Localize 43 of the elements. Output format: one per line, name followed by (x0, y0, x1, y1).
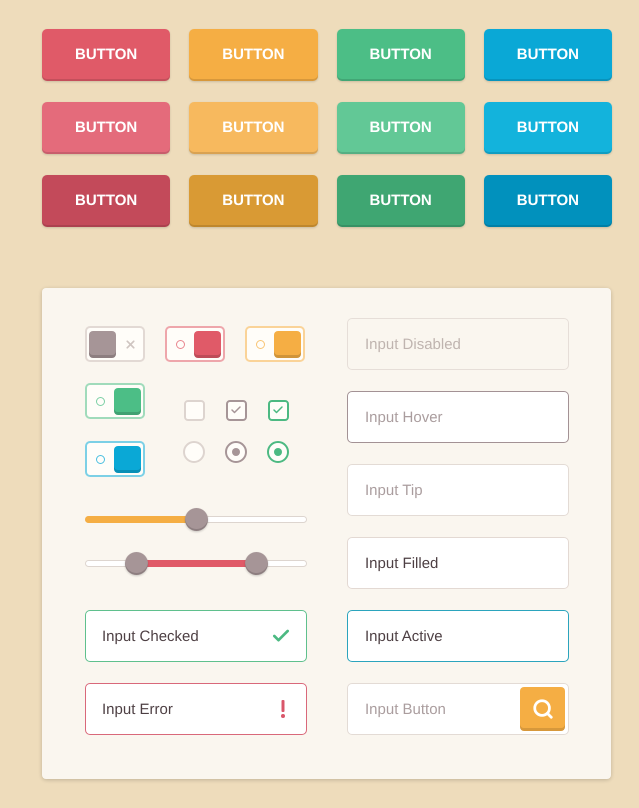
input-field[interactable]: Input Hover (347, 391, 569, 443)
radio-button[interactable] (183, 441, 205, 463)
color-button[interactable]: BUTTON (336, 102, 465, 154)
ring-icon (256, 340, 265, 348)
color-button[interactable]: BUTTON (336, 29, 465, 81)
ring-icon (96, 454, 105, 464)
search-icon (532, 698, 554, 720)
search-button[interactable] (520, 687, 565, 731)
checkbox[interactable] (268, 400, 288, 420)
checkbox[interactable] (226, 400, 246, 420)
slider[interactable] (85, 552, 307, 575)
toggle-switch[interactable] (245, 326, 305, 362)
input-field[interactable]: Input Error (85, 683, 307, 735)
color-button[interactable]: BUTTON (484, 102, 612, 154)
input-field[interactable]: Input Checked (85, 610, 307, 662)
cross-icon (124, 338, 137, 350)
radio-button[interactable] (267, 441, 289, 463)
color-button[interactable]: BUTTON (336, 175, 465, 227)
exclamation-icon (281, 700, 285, 718)
radio-button[interactable] (225, 441, 247, 463)
slider-thumb[interactable] (125, 552, 148, 575)
color-button[interactable]: BUTTON (484, 29, 612, 81)
toggle-switch[interactable] (165, 326, 225, 362)
color-button[interactable]: BUTTON (189, 175, 318, 227)
color-button[interactable]: BUTTON (42, 102, 170, 154)
check-icon (272, 404, 284, 416)
input-field[interactable]: Input Active (347, 610, 569, 662)
color-button[interactable]: BUTTON (189, 29, 318, 81)
color-button[interactable]: BUTTON (189, 102, 318, 154)
toggle-switch[interactable] (85, 383, 145, 419)
check-icon (230, 404, 242, 416)
checkbox[interactable] (184, 400, 204, 420)
slider-thumb[interactable] (244, 552, 268, 575)
ring-icon (96, 396, 105, 406)
toggle-switch[interactable] (85, 326, 145, 362)
color-button[interactable]: BUTTON (42, 175, 170, 227)
slider-thumb[interactable] (185, 508, 208, 531)
ring-icon (176, 340, 185, 348)
color-button[interactable]: BUTTON (42, 29, 170, 81)
slider[interactable] (85, 508, 307, 531)
toggle-switch[interactable] (85, 441, 145, 477)
input-field[interactable]: Input Filled (347, 537, 569, 589)
color-button[interactable]: BUTTON (484, 175, 612, 227)
